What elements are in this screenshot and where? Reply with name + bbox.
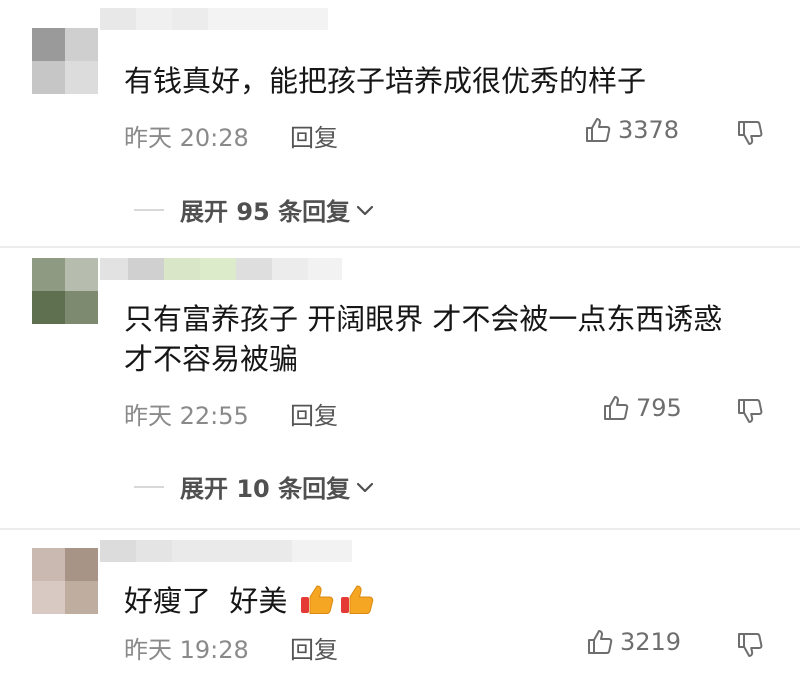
expand-replies-button[interactable]: 展开 95 条回复 (134, 192, 376, 227)
thumbs-up-outline-icon (586, 118, 611, 142)
thumbs-up-outline-icon (604, 396, 629, 420)
username-blurred[interactable] (100, 540, 352, 562)
username-blurred[interactable] (100, 258, 342, 280)
expand-label: 展开 95 条回复 (180, 198, 351, 226)
comment-text-content: 好瘦了 好美 (124, 584, 288, 618)
like-count: 3219 (620, 628, 682, 656)
expand-line (134, 485, 164, 488)
thumbs-up-outline-icon (588, 630, 613, 654)
comment-time: 昨天 22:55 (124, 402, 249, 430)
comment-time: 昨天 20:28 (124, 124, 249, 152)
comment-divider (0, 246, 800, 248)
comment-text: 有钱真好，能把孩子培养成很优秀的样子 (124, 64, 647, 98)
reply-button[interactable]: 回复 (290, 396, 338, 431)
like-button[interactable]: 3378 (584, 116, 679, 144)
like-button[interactable]: 3219 (586, 628, 681, 656)
expand-line (134, 208, 164, 211)
thumbs-up-emoji (300, 585, 333, 614)
comment-text-line-1: 只有富养孩子 开阔眼界 才不会被一点东西诱惑 (124, 302, 723, 336)
comment-3: 好瘦了 好美 昨天 19:28 回复 3219 (0, 530, 800, 689)
like-button[interactable]: 795 (602, 394, 682, 422)
avatar[interactable] (32, 258, 98, 324)
like-count: 795 (636, 394, 682, 422)
expand-replies-button[interactable]: 展开 10 条回复 (134, 469, 376, 504)
username-blurred[interactable] (100, 8, 328, 30)
thumbs-down-outline-icon[interactable] (736, 631, 764, 659)
thumbs-down-outline-icon[interactable] (736, 397, 764, 425)
comment-text: 好瘦了 好美 (124, 582, 377, 620)
reply-button[interactable]: 回复 (290, 630, 338, 665)
comment-2: 只有富养孩子 开阔眼界 才不会被一点东西诱惑 才不容易被骗 昨天 22:55 回… (0, 250, 800, 530)
thumbs-up-emoji (340, 585, 373, 614)
avatar[interactable] (32, 28, 98, 94)
reply-button[interactable]: 回复 (290, 118, 338, 153)
expand-label: 展开 10 条回复 (180, 475, 351, 503)
avatar[interactable] (32, 548, 98, 614)
chevron-down-icon (357, 205, 374, 215)
thumbs-down-outline-icon[interactable] (736, 119, 764, 147)
comment-text-line-2: 才不容易被骗 (124, 342, 299, 376)
like-count: 3378 (618, 116, 680, 144)
chevron-down-icon (357, 482, 374, 492)
comment-time: 昨天 19:28 (124, 636, 249, 664)
comment-1: 有钱真好，能把孩子培养成很优秀的样子 昨天 20:28 回复 3378 展开 9… (0, 0, 800, 250)
